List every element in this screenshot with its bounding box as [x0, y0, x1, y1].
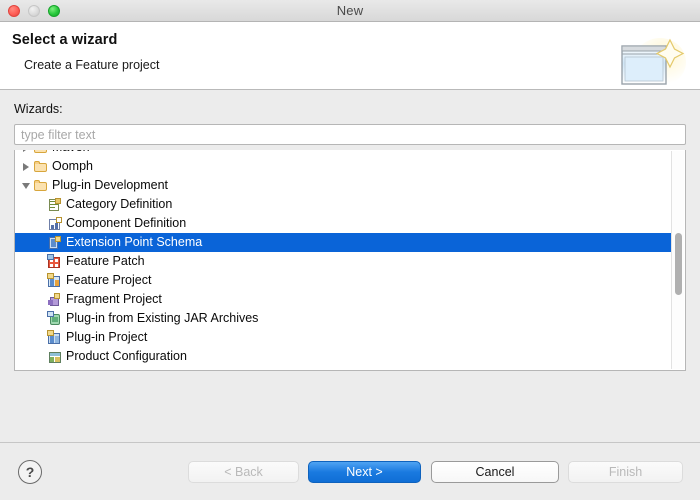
tree-viewport: Maven Oomph Plug-in Development Category De… [15, 150, 671, 370]
folder-icon [33, 178, 49, 194]
category-definition-icon [47, 197, 63, 213]
icon-layer [54, 293, 60, 299]
tree-item[interactable]: Plug-in Development [15, 176, 671, 195]
next-button[interactable]: Next > [308, 461, 421, 483]
tree-item-label: Plug-in Development [52, 179, 168, 192]
wizard-page-sparkle-icon [616, 36, 688, 92]
icon-layer [56, 217, 62, 223]
tree-item[interactable]: Fragment Project [15, 290, 671, 309]
page-title: Select a wizard [12, 32, 700, 48]
tree-item[interactable]: Plug-in from Existing JAR Archives [15, 309, 671, 328]
wizard-body: Wizards: Maven Oomph Plug-in Development Ca… [0, 90, 700, 442]
wizards-label: Wizards: [14, 102, 686, 116]
icon-layer [47, 273, 54, 279]
tree-item[interactable]: Plug-in Project [15, 328, 671, 347]
close-button[interactable] [8, 5, 20, 17]
cancel-button[interactable]: Cancel [431, 461, 559, 483]
filter-input[interactable] [14, 124, 686, 145]
maximize-button[interactable] [48, 5, 60, 17]
help-button[interactable]: ? [18, 460, 42, 484]
tree-item-label: Plug-in Project [66, 331, 147, 344]
icon-layer [51, 225, 54, 229]
icon-layer [50, 353, 60, 356]
tree-item[interactable]: Maven [15, 150, 671, 157]
tree-item-label: Plug-in from Existing JAR Archives [66, 312, 258, 325]
feature-project-icon [47, 273, 63, 289]
icon-layer [55, 236, 61, 242]
folder-icon [33, 159, 49, 175]
tree-item[interactable]: Feature Project [15, 271, 671, 290]
tree-scrollbar-thumb[interactable] [675, 233, 682, 295]
icon-layer [50, 278, 54, 286]
traffic-light-group [8, 0, 60, 21]
tree-item-label: Feature Project [66, 274, 151, 287]
icon-layer [48, 300, 53, 305]
tree-rows: Maven Oomph Plug-in Development Category De… [15, 150, 671, 366]
tree-item-label: Fragment Project [66, 293, 162, 306]
wizard-header: Select a wizard Create a Feature project [0, 22, 700, 90]
tree-item[interactable]: Component Definition [15, 214, 671, 233]
icon-layer [50, 264, 53, 267]
icon-layer [55, 198, 61, 204]
product-configuration-icon [47, 349, 63, 365]
chevron-right-icon[interactable] [19, 150, 33, 152]
tree-scrollbar[interactable] [671, 151, 684, 369]
icon-layer [55, 357, 60, 362]
tree-item[interactable]: Product Configuration [15, 347, 671, 366]
new-wizard-dialog: New Select a wizard Create a Feature pro… [0, 0, 700, 500]
folder-icon [33, 150, 49, 156]
tree-item-label: Feature Patch [66, 255, 145, 268]
finish-button[interactable]: Finish [568, 461, 683, 483]
icon-layer [55, 336, 59, 343]
plugin-project-icon [47, 330, 63, 346]
window-titlebar: New [0, 0, 700, 22]
icon-layer [47, 311, 54, 317]
icon-layer [55, 223, 58, 229]
tree-item-label: Product Configuration [66, 350, 187, 363]
tree-item-label: Maven [52, 150, 90, 154]
chevron-right-icon[interactable] [19, 163, 33, 171]
tree-item-label: Category Definition [66, 198, 172, 211]
wizard-tree[interactable]: Maven Oomph Plug-in Development Category De… [14, 150, 686, 371]
tree-item[interactable]: Extension Point Schema [15, 233, 671, 252]
fragment-project-icon [47, 292, 63, 308]
chevron-down-icon[interactable] [19, 183, 33, 189]
icon-layer [52, 317, 58, 322]
jar-archives-icon [47, 311, 63, 327]
minimize-button[interactable] [28, 5, 40, 17]
tree-item-label: Oomph [52, 160, 93, 173]
icon-layer [50, 204, 58, 206]
feature-patch-icon [47, 254, 63, 270]
tree-item-label: Component Definition [66, 217, 186, 230]
icon-layer [50, 357, 54, 362]
icon-layer [55, 259, 58, 262]
icon-layer [55, 280, 59, 286]
back-button[interactable]: < Back [188, 461, 299, 483]
tree-item[interactable]: Oomph [15, 157, 671, 176]
icon-layer [50, 207, 55, 209]
tree-item[interactable]: Category Definition [15, 195, 671, 214]
component-definition-icon [47, 216, 63, 232]
icon-layer [47, 254, 54, 260]
page-description: Create a Feature project [24, 58, 700, 72]
tree-item[interactable]: Feature Patch [15, 252, 671, 271]
window-title: New [0, 3, 700, 18]
icon-layer [47, 330, 54, 336]
icon-layer [50, 335, 54, 343]
tree-item-label: Extension Point Schema [66, 236, 202, 249]
dialog-footer: ? < Back Next > Cancel Finish [0, 442, 700, 500]
icon-layer [55, 264, 58, 267]
extension-point-schema-icon [47, 235, 63, 251]
